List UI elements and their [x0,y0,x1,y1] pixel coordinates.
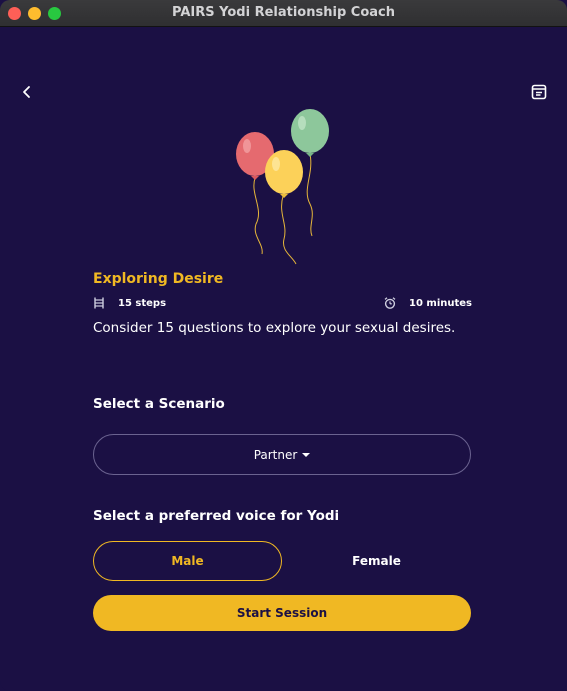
scenario-label: Select a Scenario [93,396,225,412]
start-session-button[interactable]: Start Session [93,595,471,631]
title-bar: PAIRS Yodi Relationship Coach [0,0,567,27]
voice-label: Select a preferred voice for Yodi [93,508,340,524]
steps-count: 15 steps [118,297,167,309]
notes-icon [531,84,547,100]
notes-button[interactable] [529,82,549,102]
alarm-clock-icon [384,297,396,309]
voice-option-female[interactable]: Female [282,541,471,581]
duration-info: 10 minutes [384,297,472,309]
app-window: PAIRS Yodi Relationship Coach Exploring … [0,0,567,691]
activity-title: Exploring Desire [93,271,224,287]
ladder-icon [94,297,104,309]
window-title: PAIRS Yodi Relationship Coach [172,5,395,20]
scenario-dropdown[interactable]: Partner [93,434,471,475]
caret-down-icon [302,452,311,457]
back-button[interactable] [17,82,37,102]
scenario-selected-value: Partner [253,447,298,462]
voice-option-male[interactable]: Male [93,541,282,581]
chevron-left-icon [23,86,30,98]
steps-info: 15 steps [93,297,166,309]
balloons-illustration [236,109,329,265]
duration-value: 10 minutes [409,297,472,309]
activity-description: Consider 15 questions to explore your se… [93,320,456,336]
